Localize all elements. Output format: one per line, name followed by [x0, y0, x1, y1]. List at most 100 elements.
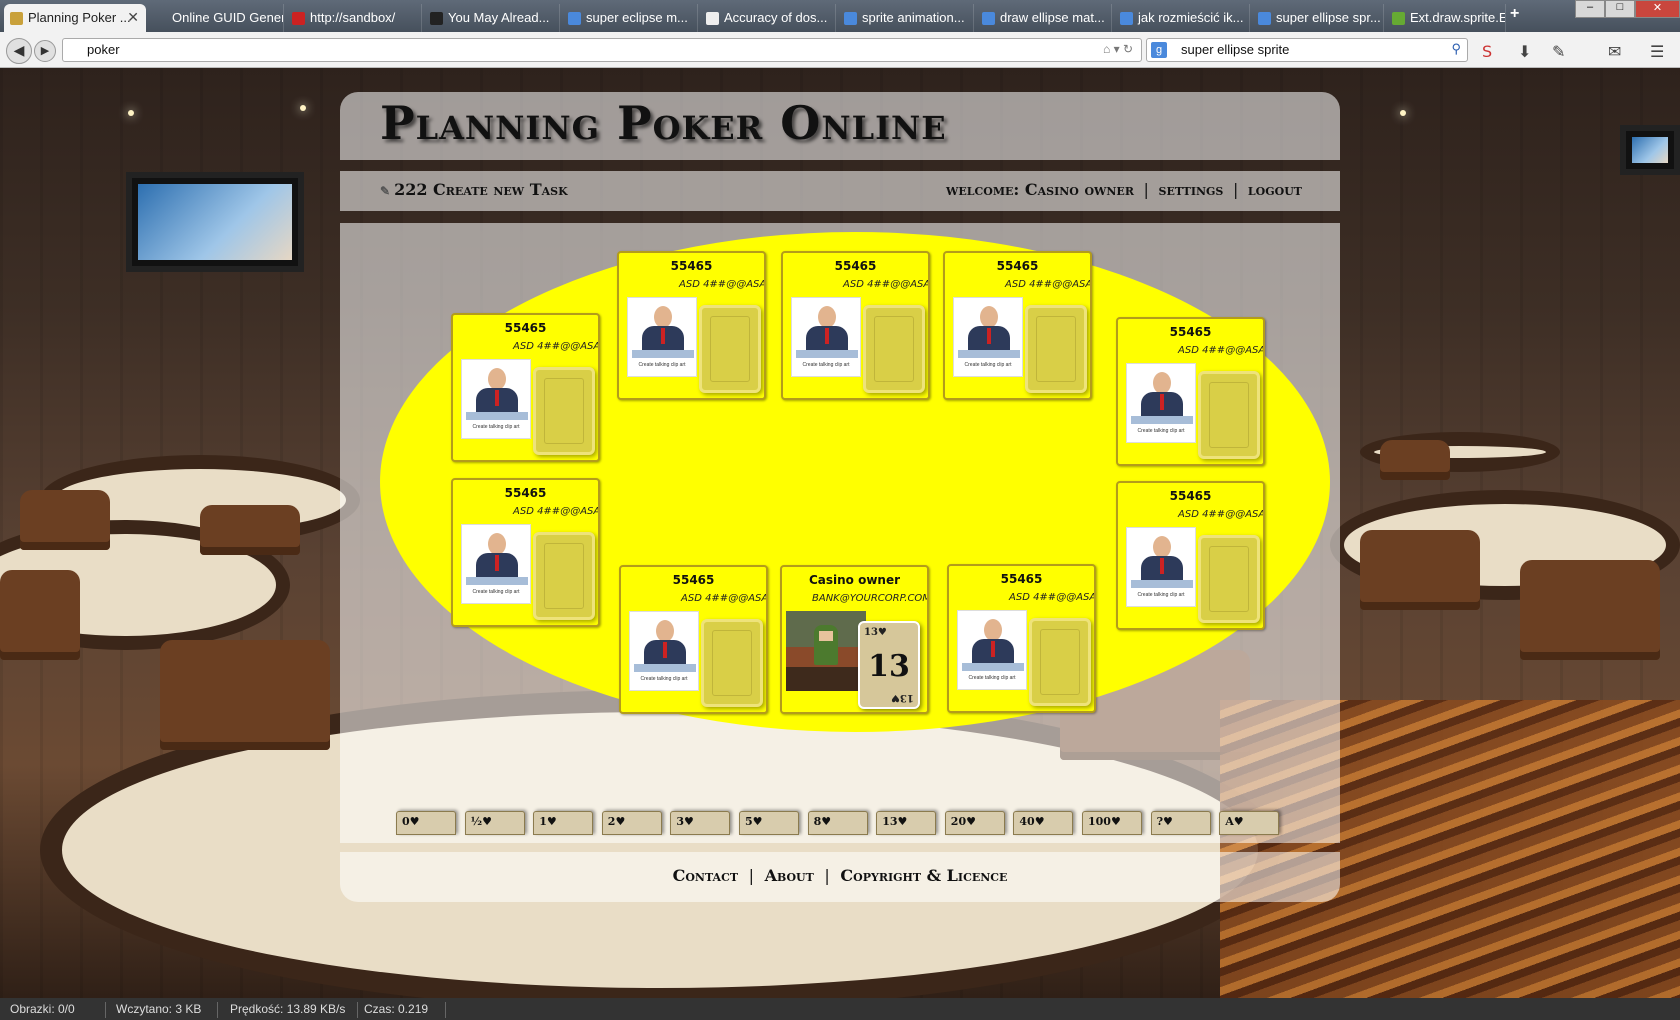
- player-seat: 55465 ASD 4##@@ASA Create talking clip art: [451, 313, 600, 462]
- browser-tab[interactable]: Online GUID Genera...: [148, 4, 284, 32]
- seat-player-email: ASD 4##@@ASA: [513, 506, 600, 517]
- logout-link[interactable]: logout: [1248, 180, 1302, 199]
- sencha-icon: [1392, 12, 1405, 25]
- avatar-caption: Create talking clip art: [1137, 428, 1185, 434]
- browser-tab[interactable]: super eclipse m...: [562, 4, 698, 32]
- seat-player-name: 55465: [672, 573, 715, 587]
- browser-tab[interactable]: http://sandbox/: [286, 4, 422, 32]
- about-link[interactable]: About: [765, 866, 814, 885]
- voted-card[interactable]: 13♥ 13 13♥: [858, 621, 920, 709]
- avatar-caption: Create talking clip art: [802, 362, 850, 368]
- player-seat: 55465 ASD 4##@@ASA Create talking clip art: [1116, 317, 1265, 466]
- footer-panel: Contact | About | Copyright & Licence: [340, 852, 1340, 902]
- player-seat: 55465 ASD 4##@@ASA Create talking clip art: [619, 565, 768, 714]
- new-tab-button[interactable]: +: [1510, 5, 1519, 23]
- vote-card[interactable]: 1♥: [533, 811, 594, 835]
- seat-player-name: 55465: [996, 259, 1039, 273]
- vote-card[interactable]: 0♥: [396, 811, 456, 835]
- browser-tab[interactable]: Accuracy of dos...: [700, 4, 836, 32]
- vote-card[interactable]: 100♥: [1082, 811, 1142, 835]
- browser-tab[interactable]: draw ellipse mat...: [976, 4, 1112, 32]
- vote-card[interactable]: 20♥: [944, 811, 1005, 835]
- seat-player-email: ASD 4##@@ASA: [1178, 509, 1265, 520]
- browser-tab[interactable]: Planning Poker ... ✕: [4, 4, 146, 32]
- avatar: Create talking clip art: [957, 610, 1027, 690]
- contact-link[interactable]: Contact: [673, 866, 738, 885]
- footer-links: Contact | About | Copyright & Licence: [672, 866, 1008, 885]
- background-tv: [1620, 125, 1680, 175]
- browser-tab-bar: Planning Poker ... ✕ Online GUID Genera.…: [0, 0, 1680, 32]
- status-images: Obrazki: 0/0: [2, 1002, 106, 1018]
- menu-icon[interactable]: ☰: [1650, 42, 1664, 61]
- user-name[interactable]: Casino owner: [1025, 180, 1134, 199]
- browser-tab[interactable]: jak rozmieścić ik...: [1114, 4, 1250, 32]
- google-icon: [1120, 12, 1133, 25]
- vote-card[interactable]: 40♥: [1013, 811, 1074, 835]
- close-window-button[interactable]: ✕: [1635, 0, 1680, 18]
- player-seat: 55465 ASD 4##@@ASA Create talking clip art: [781, 251, 930, 400]
- seat-player-name: 55465: [1169, 325, 1212, 339]
- google-icon: [844, 12, 857, 25]
- search-icon[interactable]: ⚲: [1451, 41, 1461, 57]
- browser-tab[interactable]: Ext.draw.sprite.E...: [1386, 4, 1506, 32]
- browser-tab[interactable]: You May Alread...: [424, 4, 560, 32]
- avatar: Create talking clip art: [791, 297, 861, 377]
- mail-icon[interactable]: ✉: [1608, 42, 1621, 61]
- avatar: Create talking clip art: [1126, 527, 1196, 607]
- minimize-window-button[interactable]: –: [1575, 0, 1605, 18]
- card-back: [863, 305, 925, 393]
- avatar: Create talking clip art: [953, 297, 1023, 377]
- status-speed: Prędkość: 13.89 KB/s: [222, 1002, 358, 1018]
- settings-link[interactable]: settings: [1159, 180, 1224, 199]
- card-back: [1198, 535, 1260, 623]
- maximize-window-button[interactable]: □: [1605, 0, 1635, 18]
- header-panel: Planning Poker Online: [340, 92, 1340, 160]
- seat-player-email: BANK@YOURCORP.COM: [812, 593, 929, 604]
- avatar: [786, 611, 866, 691]
- google-icon: [1258, 12, 1271, 25]
- page-favicon-icon: [154, 12, 167, 25]
- vote-card[interactable]: 8♥: [807, 811, 868, 835]
- vote-card[interactable]: 5♥: [739, 811, 799, 835]
- status-bar: Obrazki: 0/0 Wczytano: 3 KB Prędkość: 13…: [0, 998, 1680, 1020]
- vote-card[interactable]: 2♥: [601, 811, 662, 835]
- vote-card[interactable]: 3♥: [670, 811, 731, 835]
- vote-card[interactable]: 13♥: [876, 811, 937, 835]
- vote-card[interactable]: A♥: [1219, 811, 1280, 835]
- browser-tab[interactable]: super ellipse spr...: [1252, 4, 1384, 32]
- card-back: [1198, 371, 1260, 459]
- avatar: Create talking clip art: [461, 359, 531, 439]
- seat-player-name: 55465: [1000, 572, 1043, 586]
- browser-nav-bar: ◀ ▶ poker ⌂ ▾ ↻ g super ellipse sprite ⚲…: [0, 32, 1680, 68]
- create-task-link[interactable]: ✎ 222 Create new Task: [380, 180, 568, 199]
- back-button[interactable]: ◀: [6, 38, 32, 64]
- avatar-caption: Create talking clip art: [472, 589, 520, 595]
- avatar-caption: Create talking clip art: [472, 424, 520, 430]
- vote-card[interactable]: ?♥: [1150, 811, 1211, 835]
- download-icon[interactable]: ⬇: [1518, 42, 1531, 61]
- avatar-caption: Create talking clip art: [1137, 592, 1185, 598]
- avatar-caption: Create talking clip art: [968, 675, 1016, 681]
- user-bar: welcome: Casino owner | settings | logou…: [946, 180, 1302, 199]
- extension-icon[interactable]: ✎: [1552, 42, 1565, 61]
- addon-icon[interactable]: S: [1482, 42, 1492, 61]
- seat-player-email: ASD 4##@@ASA: [1178, 345, 1265, 356]
- copyright-link[interactable]: Copyright & Licence: [840, 866, 1007, 885]
- vote-card[interactable]: ½♥: [464, 811, 525, 835]
- search-engine-icon[interactable]: g: [1151, 42, 1167, 58]
- search-input[interactable]: g super ellipse sprite ⚲: [1146, 38, 1468, 62]
- reload-icon[interactable]: ⌂ ▾ ↻: [1103, 42, 1133, 56]
- browser-tab[interactable]: sprite animation...: [838, 4, 974, 32]
- forward-button[interactable]: ▶: [34, 40, 56, 62]
- avatar-caption: Create talking clip art: [964, 362, 1012, 368]
- url-input[interactable]: poker ⌂ ▾ ↻: [62, 38, 1142, 62]
- google-icon: [982, 12, 995, 25]
- seat-player-name: 55465: [504, 486, 547, 500]
- page-nav-bar: ✎ 222 Create new Task welcome: Casino own…: [340, 171, 1340, 211]
- status-time: Czas: 0.219: [356, 1002, 446, 1018]
- status-loaded: Wczytano: 3 KB: [108, 1002, 218, 1018]
- close-tab-icon[interactable]: ✕: [127, 9, 139, 26]
- avatar-caption: Create talking clip art: [640, 676, 688, 682]
- avatar: Create talking clip art: [629, 611, 699, 691]
- page-favicon-icon: [10, 12, 23, 25]
